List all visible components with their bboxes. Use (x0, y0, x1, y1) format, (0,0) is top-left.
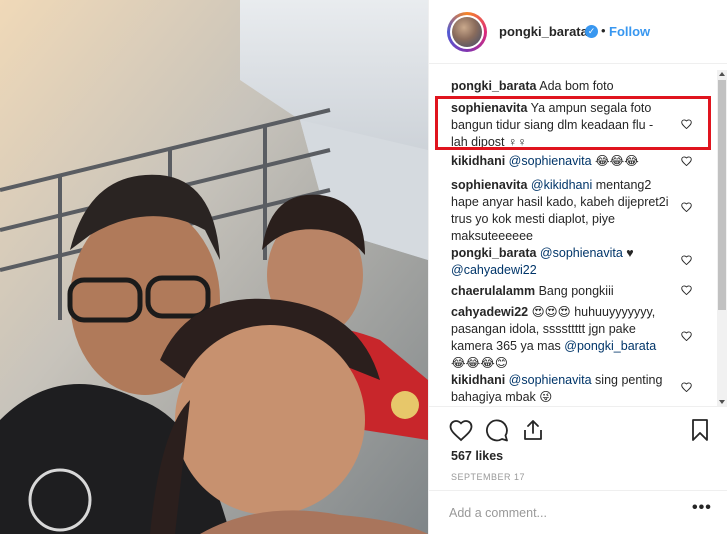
comment-text: 😂😂😂 (595, 154, 639, 168)
list-item: sophienavita @kikidhani mentang2 hape an… (451, 177, 673, 245)
scroll-up-arrow-icon[interactable] (719, 72, 725, 76)
comment-mention[interactable]: @pongki_barata (564, 339, 656, 353)
comment-username[interactable]: chaerulalamm (451, 284, 535, 298)
share-icon[interactable] (521, 418, 545, 442)
list-item: pongki_barata @sophienavita ♥ @cahyadewi… (451, 245, 673, 279)
heart-icon[interactable] (681, 255, 692, 265)
post-header: pongki_barata ✓ • Follow (429, 0, 727, 64)
post-photo[interactable] (0, 0, 428, 534)
scrollbar-thumb[interactable] (718, 80, 726, 310)
heart-icon[interactable] (449, 418, 473, 442)
list-item: cahyadewi22 😍😍😍 huhuuyyyyyyy, pasangan i… (451, 304, 673, 372)
comment-username[interactable]: pongki_barata (451, 246, 536, 260)
likes-count[interactable]: 567 likes (451, 449, 503, 463)
verified-check-icon: ✓ (585, 25, 598, 38)
list-item: kikidhani @sophienavita sing penting bah… (451, 372, 673, 406)
comment-mention[interactable]: @cahyadewi22 (451, 263, 537, 277)
more-options-button[interactable]: ••• (692, 499, 712, 517)
bookmark-icon[interactable] (688, 418, 712, 442)
follow-button[interactable]: Follow (609, 24, 650, 39)
heart-icon[interactable] (681, 331, 692, 341)
list-item: kikidhani @sophienavita 😂😂😂 (451, 153, 673, 170)
add-comment-input[interactable] (449, 503, 669, 523)
list-item: pongki_barata Ada bom foto (451, 78, 673, 95)
heart-icon[interactable] (681, 285, 692, 295)
post-side-panel: pongki_barata ✓ • Follow pongki_barata A… (428, 0, 727, 534)
comment-icon[interactable] (485, 418, 509, 442)
scroll-down-arrow-icon[interactable] (719, 400, 725, 404)
comment-username[interactable]: pongki_barata (451, 79, 536, 93)
add-comment-bar: ••• (429, 490, 727, 534)
comment-mention[interactable]: @kikidhani (531, 178, 592, 192)
heart-icon[interactable] (681, 202, 692, 212)
comment-text: 😂😂😂😊 (451, 356, 508, 370)
comment-text: Bang pongkiii (538, 284, 614, 298)
selfie-photo-illustration (0, 0, 428, 534)
comment-username[interactable]: kikidhani (451, 373, 505, 387)
comment-text: Ada bom foto (539, 79, 614, 93)
comment-username[interactable]: sophienavita (451, 178, 527, 192)
post-date[interactable]: SEPTEMBER 17 (451, 472, 525, 482)
highlight-box (435, 96, 711, 150)
header-username[interactable]: pongki_barata (499, 24, 588, 39)
avatar[interactable] (447, 12, 487, 52)
comment-mention[interactable]: @sophienavita (540, 246, 623, 260)
comment-username[interactable]: cahyadewi22 (451, 305, 528, 319)
comment-text: ♥ (626, 246, 634, 260)
comment-mention[interactable]: @sophienavita (509, 154, 592, 168)
comment-username[interactable]: kikidhani (451, 154, 505, 168)
comment-mention[interactable]: @sophienavita (509, 373, 592, 387)
heart-icon[interactable] (681, 156, 692, 166)
header-separator: • (601, 23, 606, 38)
comments-scrollbar[interactable] (717, 70, 727, 406)
heart-icon[interactable] (681, 382, 692, 392)
list-item: chaerulalamm Bang pongkiii (451, 283, 673, 300)
